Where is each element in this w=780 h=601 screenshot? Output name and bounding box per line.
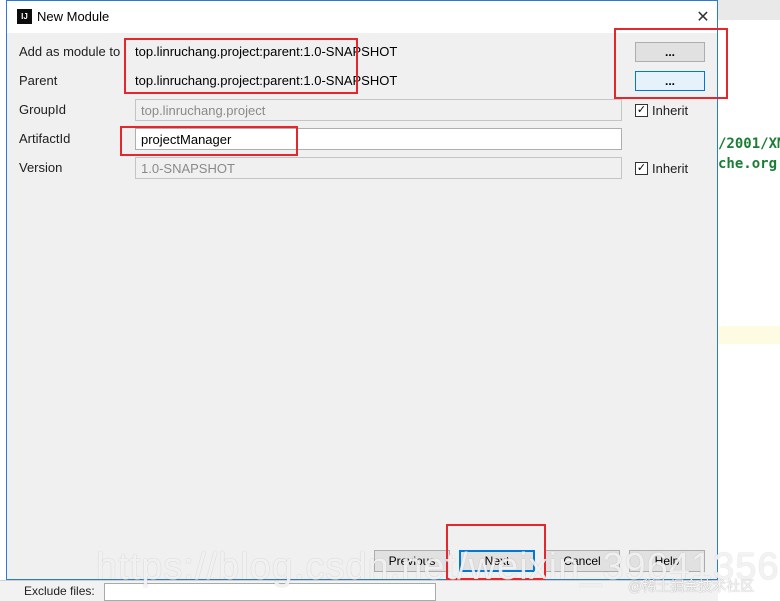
dialog-title: New Module bbox=[37, 9, 110, 24]
exclude-files-label: Exclude files: bbox=[24, 584, 95, 598]
add-as-module-to-label: Add as module to bbox=[19, 44, 121, 59]
version-label: Version bbox=[19, 160, 63, 175]
previous-button[interactable]: Previous bbox=[374, 550, 450, 572]
editor-code-line: che.org bbox=[718, 156, 778, 172]
version-inherit-label: Inherit bbox=[652, 160, 689, 176]
parent-browse-button[interactable]: ... bbox=[635, 71, 705, 91]
editor-tab-strip bbox=[718, 0, 780, 20]
title-bar: IJ New Module ✕ bbox=[7, 1, 717, 33]
checkbox-check-icon: ✓ bbox=[635, 103, 648, 117]
help-button[interactable]: Help bbox=[629, 550, 705, 572]
group-id-inherit-label: Inherit bbox=[652, 102, 689, 118]
artifact-id-field[interactable]: projectManager bbox=[135, 128, 622, 150]
exclude-files-input[interactable] bbox=[104, 583, 436, 601]
parent-label: Parent bbox=[19, 73, 58, 88]
group-id-inherit-checkbox[interactable]: ✓ Inherit bbox=[635, 101, 688, 119]
cancel-button[interactable]: Cancel bbox=[544, 550, 620, 572]
new-module-dialog: IJ New Module ✕ Add as module to top.lin… bbox=[6, 0, 718, 580]
editor-code-line: /2001/XM bbox=[718, 136, 780, 152]
background-settings-panel: Exclude files: bbox=[0, 580, 718, 601]
checkbox-check-icon: ✓ bbox=[635, 161, 648, 175]
close-button[interactable]: ✕ bbox=[691, 5, 715, 29]
version-field[interactable]: 1.0-SNAPSHOT bbox=[135, 157, 622, 179]
editor-current-line-highlight bbox=[718, 326, 780, 344]
add-as-module-to-value: top.linruchang.project:parent:1.0-SNAPSH… bbox=[135, 44, 398, 59]
version-inherit-checkbox[interactable]: ✓ Inherit bbox=[635, 159, 688, 177]
background-editor: /2001/XM che.org bbox=[718, 0, 780, 600]
intellij-app-icon: IJ bbox=[17, 9, 32, 24]
artifact-id-label: ArtifactId bbox=[19, 131, 71, 146]
group-id-label: GroupId bbox=[19, 102, 66, 117]
next-button[interactable]: Next bbox=[459, 550, 535, 572]
group-id-field[interactable]: top.linruchang.project bbox=[135, 99, 622, 121]
parent-value: top.linruchang.project:parent:1.0-SNAPSH… bbox=[135, 73, 398, 88]
add-as-module-browse-button[interactable]: ... bbox=[635, 42, 705, 62]
